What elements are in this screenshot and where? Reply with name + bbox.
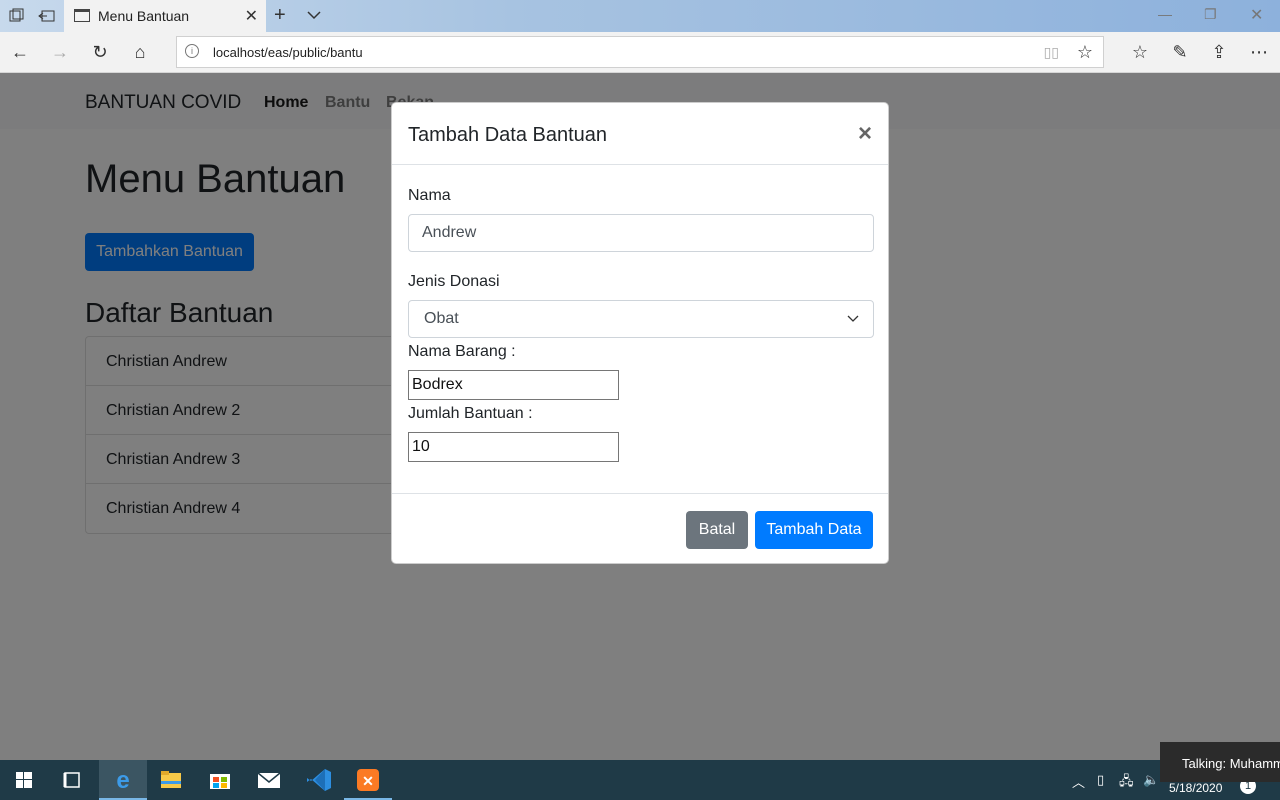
task-view-button[interactable] xyxy=(48,760,96,800)
close-window-icon[interactable]: ✕ xyxy=(1250,5,1263,25)
more-icon[interactable]: ⋯ xyxy=(1248,42,1270,62)
submit-button[interactable]: Tambah Data xyxy=(755,511,873,549)
xampp-button[interactable]: ✕ xyxy=(344,760,392,800)
minimize-icon[interactable]: — xyxy=(1158,6,1172,22)
file-explorer-button[interactable] xyxy=(147,760,195,800)
edge-icon: e xyxy=(116,767,129,794)
show-hidden-icons-icon[interactable]: ︿ xyxy=(1072,772,1085,791)
vscode-icon xyxy=(307,769,331,791)
browser-titlebar: Menu Bantuan ✕ + — ❐ ✕ xyxy=(0,0,1280,32)
store-icon xyxy=(210,774,230,789)
modal-title: Tambah Data Bantuan xyxy=(408,124,608,146)
back-icon[interactable]: ← xyxy=(9,42,31,62)
close-tab-icon[interactable]: ✕ xyxy=(245,6,258,26)
tab-preview-icon[interactable] xyxy=(8,8,26,24)
pen-icon[interactable]: ✎ xyxy=(1169,42,1191,62)
close-icon[interactable]: × xyxy=(858,120,872,148)
page-icon xyxy=(74,9,90,22)
nama-barang-label: Nama Barang : xyxy=(408,343,516,360)
jumlah-bantuan-input[interactable]: 10 xyxy=(408,432,619,462)
tab-title: Menu Bantuan xyxy=(98,8,190,24)
modal-header: Tambah Data Bantuan × xyxy=(392,103,888,165)
chevron-down-icon xyxy=(847,315,859,322)
chevron-down-icon[interactable] xyxy=(307,8,321,22)
jumlah-bantuan-label: Jumlah Bantuan : xyxy=(408,405,533,422)
restore-icon[interactable]: ❐ xyxy=(1204,6,1217,23)
nama-barang-input[interactable]: Bodrex xyxy=(408,370,619,400)
folder-icon xyxy=(161,771,181,788)
nama-input[interactable]: Andrew xyxy=(408,214,874,252)
task-view-icon xyxy=(63,772,80,788)
vscode-button[interactable] xyxy=(295,760,343,800)
notification-toast[interactable]: Talking: Muhamm xyxy=(1160,742,1280,782)
edge-taskbar-button[interactable]: e xyxy=(99,760,147,800)
reading-view-icon[interactable]: ▯▯ xyxy=(1044,44,1059,61)
set-aside-tabs-icon[interactable] xyxy=(38,8,56,24)
mail-button[interactable] xyxy=(245,760,293,800)
volume-icon[interactable]: 🔈 xyxy=(1143,772,1159,788)
windows-icon xyxy=(16,772,32,788)
start-button[interactable] xyxy=(0,760,48,800)
favorites-icon[interactable]: ☆ xyxy=(1129,42,1151,62)
store-button[interactable] xyxy=(196,760,244,800)
network-icon[interactable]: 🖧 xyxy=(1119,772,1134,794)
home-icon[interactable]: ⌂ xyxy=(129,42,151,62)
cancel-button[interactable]: Batal xyxy=(686,511,748,549)
new-tab-icon[interactable]: + xyxy=(274,4,286,27)
refresh-icon[interactable]: ↻ xyxy=(89,42,111,62)
info-icon[interactable]: i xyxy=(185,44,199,58)
modal-footer: Batal Tambah Data xyxy=(392,493,888,563)
jenis-donasi-value: Obat xyxy=(424,310,459,327)
svg-text:✕: ✕ xyxy=(362,773,374,789)
share-icon[interactable]: ⇪ xyxy=(1208,42,1230,62)
taskbar-clock[interactable]: 5/18/2020 xyxy=(1169,781,1222,795)
battery-icon[interactable]: ▯ xyxy=(1097,772,1104,788)
address-input[interactable]: i localhost/eas/public/bantu ▯▯ ☆ xyxy=(176,36,1104,68)
windows-taskbar: e ✕ ︿ ▯ 🖧 🔈 1 xyxy=(0,760,1280,800)
tab-menu-bantuan[interactable]: Menu Bantuan ✕ xyxy=(64,0,266,32)
jenis-donasi-label: Jenis Donasi xyxy=(408,273,500,290)
url-text[interactable]: localhost/eas/public/bantu xyxy=(213,45,363,60)
jenis-donasi-select[interactable]: Obat xyxy=(408,300,874,338)
forward-icon[interactable]: → xyxy=(49,42,71,62)
mail-icon xyxy=(257,772,281,788)
favorite-star-icon[interactable]: ☆ xyxy=(1077,42,1093,63)
add-data-modal: Tambah Data Bantuan × Nama Andrew Jenis … xyxy=(391,102,889,564)
svg-text:e: e xyxy=(116,767,129,794)
xampp-icon: ✕ xyxy=(357,769,379,791)
address-toolbar: ← → ↻ ⌂ i localhost/eas/public/bantu ▯▯ … xyxy=(0,32,1280,73)
nama-label: Nama xyxy=(408,187,451,204)
